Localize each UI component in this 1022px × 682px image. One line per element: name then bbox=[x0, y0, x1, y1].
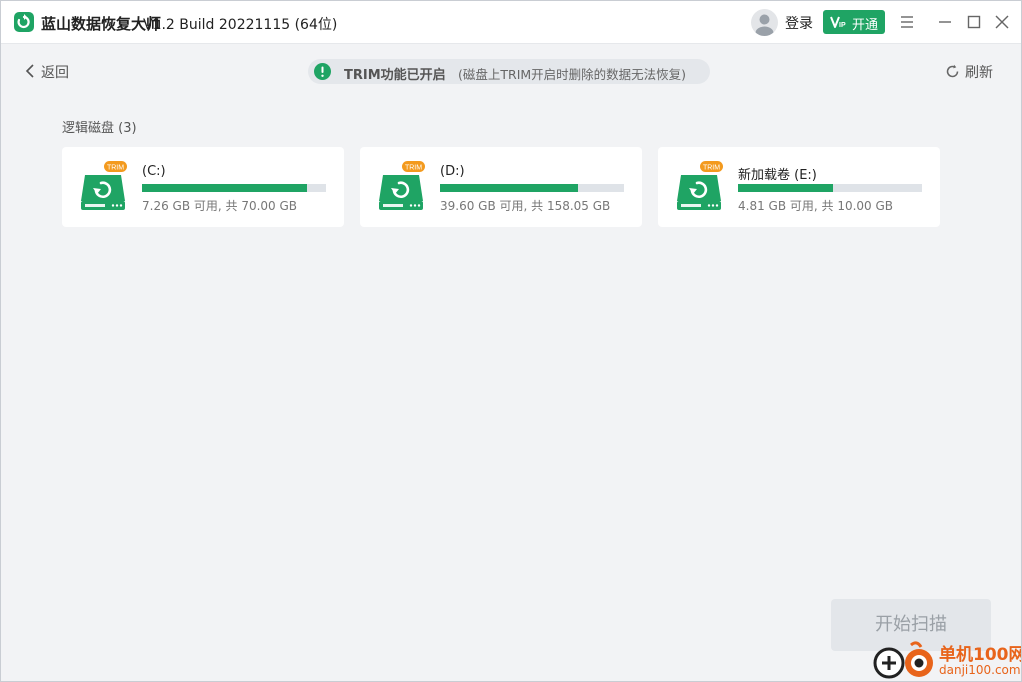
disk-name: (C:) bbox=[142, 164, 166, 179]
back-label: 返回 bbox=[41, 65, 69, 81]
refresh-button[interactable]: 刷新 bbox=[945, 62, 993, 82]
chevron-left-icon bbox=[25, 64, 34, 78]
disk-name: (D:) bbox=[440, 164, 465, 179]
user-avatar-icon[interactable] bbox=[751, 9, 778, 36]
disk-name: 新加载卷 (E:) bbox=[738, 168, 817, 183]
drive-icon: TRIM bbox=[81, 161, 127, 210]
app-version: V1.2 Build 20221115 (64位) bbox=[143, 17, 338, 33]
app-window: 蓝山数据恢复大师 V1.2 Build 20221115 (64位) 登录 IP… bbox=[0, 0, 1022, 682]
back-button[interactable]: 返回 bbox=[25, 62, 69, 82]
watermark-logo-icon bbox=[873, 641, 933, 679]
title-bar: 蓝山数据恢复大师 V1.2 Build 20221115 (64位) 登录 IP… bbox=[1, 1, 1021, 44]
trim-status-banner: TRIM功能已开启 (磁盘上TRIM开启时删除的数据无法恢复) bbox=[308, 59, 710, 84]
login-link[interactable]: 登录 bbox=[785, 13, 813, 33]
vip-icon: IP bbox=[830, 16, 846, 29]
usage-bar bbox=[738, 184, 922, 192]
close-icon[interactable] bbox=[991, 11, 1013, 33]
usage-bar-fill bbox=[738, 184, 834, 192]
disk-card-e[interactable]: TRIM 新加载卷 (E:) 4.81 GB 可用, 共 10.00 GB bbox=[658, 147, 940, 227]
disk-capacity-info: 7.26 GB 可用, 共 70.00 GB bbox=[142, 199, 298, 213]
disk-card-c[interactable]: TRIM (C:) 7.26 GB 可用, 共 70.00 GB bbox=[62, 147, 344, 227]
drive-icon: TRIM bbox=[379, 161, 425, 210]
vip-button[interactable]: IP 开通 bbox=[823, 10, 885, 34]
vip-label: 开通 bbox=[852, 18, 879, 33]
refresh-icon bbox=[946, 64, 959, 78]
disk-capacity-info: 39.60 GB 可用, 共 158.05 GB bbox=[440, 199, 611, 213]
usage-bar bbox=[440, 184, 624, 192]
section-title-logical-disks: 逻辑磁盘 (3) bbox=[62, 121, 137, 136]
minimize-icon[interactable] bbox=[934, 11, 956, 33]
drive-icon: TRIM bbox=[677, 161, 723, 210]
app-logo-icon bbox=[14, 12, 34, 32]
refresh-label: 刷新 bbox=[965, 65, 993, 81]
trim-badge: TRIM bbox=[703, 164, 720, 171]
usage-bar bbox=[142, 184, 326, 192]
watermark-title: 单机100网 bbox=[939, 645, 1022, 665]
maximize-icon[interactable] bbox=[963, 11, 985, 33]
usage-bar-fill bbox=[142, 184, 307, 192]
usage-bar-fill bbox=[440, 184, 578, 192]
svg-text:IP: IP bbox=[839, 22, 846, 29]
watermark: 单机100网 danji100.com bbox=[873, 639, 1022, 681]
trim-note: (磁盘上TRIM开启时删除的数据无法恢复) bbox=[458, 67, 687, 82]
menu-icon[interactable] bbox=[896, 11, 918, 33]
disk-capacity-info: 4.81 GB 可用, 共 10.00 GB bbox=[738, 199, 894, 213]
exclamation-icon bbox=[314, 63, 331, 80]
trim-badge: TRIM bbox=[107, 164, 124, 171]
trim-title: TRIM功能已开启 bbox=[344, 68, 446, 83]
trim-badge: TRIM bbox=[405, 164, 422, 171]
disk-card-d[interactable]: TRIM (D:) 39.60 GB 可用, 共 158.05 GB bbox=[360, 147, 642, 227]
watermark-url: danji100.com bbox=[939, 663, 1021, 677]
